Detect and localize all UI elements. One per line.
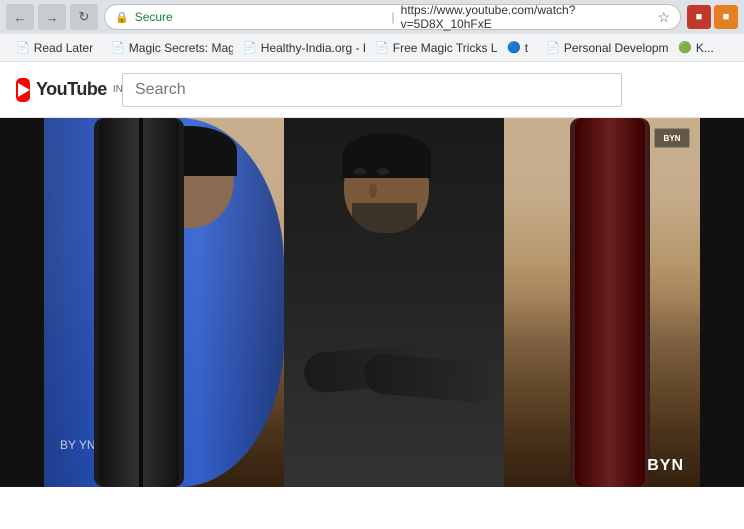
extension-orange[interactable]: ■: [714, 5, 738, 29]
extension-red[interactable]: ■: [687, 5, 711, 29]
punch-bag-right: [570, 118, 650, 487]
punch-bag-left: [94, 118, 184, 487]
bookmark-icon: 🟢: [678, 41, 692, 54]
youtube-logo-icon: YouTubeIN: [16, 80, 106, 100]
bookmark-label: Healthy-India.org - H...: [261, 41, 365, 55]
search-input[interactable]: [122, 73, 622, 107]
bookmarks-bar: 📄 Read Later 📄 Magic Secrets: Magic... 📄…: [0, 34, 744, 62]
nose: [369, 183, 377, 198]
bag-seam: [139, 118, 143, 487]
address-bar[interactable]: 🔒 Secure | https://www.youtube.com/watch…: [104, 4, 681, 30]
bookmark-icon: 📄: [111, 41, 125, 54]
person-center: [244, 118, 544, 487]
person-center-beard: [352, 203, 417, 233]
bookmark-healthy-india[interactable]: 📄 Healthy-India.org - H...: [235, 39, 365, 57]
youtube-header: YouTubeIN: [0, 62, 744, 118]
bookmark-star-icon[interactable]: ☆: [657, 9, 670, 26]
video-content-area: BYN BY YNWUNM BYN: [0, 118, 744, 487]
bookmark-label: Free Magic Tricks Lea...: [393, 41, 497, 55]
browser-right-icons: ■ ■: [687, 5, 738, 29]
url-text: https://www.youtube.com/watch?v=5D8X_10h…: [401, 3, 652, 31]
youtube-logo[interactable]: YouTubeIN: [16, 80, 106, 100]
bookmark-k[interactable]: 🟢 K...: [670, 39, 722, 57]
bookmark-label: Magic Secrets: Magic...: [129, 41, 233, 55]
bookmark-label: Read Later: [34, 41, 93, 55]
bookmark-magic-secrets[interactable]: 📄 Magic Secrets: Magic...: [103, 39, 233, 57]
bookmark-personal-dev[interactable]: 📄 Personal Developme...: [538, 39, 668, 57]
byn-watermark: BYN: [647, 457, 684, 475]
secure-icon: 🔒: [115, 11, 129, 24]
bookmark-read-later[interactable]: 📄 Read Later: [8, 39, 101, 57]
left-eye: [354, 168, 366, 175]
bookmark-icon: 🔵: [507, 41, 521, 54]
bookmark-free-magic-tricks[interactable]: 📄 Free Magic Tricks Lea...: [367, 39, 497, 57]
youtube-play-icon: [16, 78, 30, 102]
right-bag-shading: [575, 118, 645, 487]
refresh-button[interactable]: ↻: [70, 4, 98, 30]
url-secure-label: Secure: [135, 10, 386, 24]
nav-buttons: ← → ↻: [6, 4, 98, 30]
bookmark-label: t: [525, 41, 528, 55]
forward-button[interactable]: →: [38, 4, 66, 30]
browser-chrome: ← → ↻ 🔒 Secure | https://www.youtube.com…: [0, 0, 744, 62]
bookmark-icon: 📄: [546, 41, 560, 54]
back-button[interactable]: ←: [6, 4, 34, 30]
byn-text: BYN: [647, 457, 684, 474]
url-separator: |: [392, 10, 395, 24]
browser-top-bar: ← → ↻ 🔒 Secure | https://www.youtube.com…: [0, 0, 744, 34]
right-eye: [377, 168, 389, 175]
bookmark-label: Personal Developme...: [564, 41, 668, 55]
bookmark-icon: 📄: [375, 41, 389, 54]
bookmark-t[interactable]: 🔵 t: [499, 39, 536, 57]
small-watermark-text: BYN: [664, 134, 681, 143]
video-scene: BYN BY YNWUNM BYN: [44, 118, 700, 487]
video-small-watermark: BYN: [654, 128, 690, 148]
bookmark-icon: 📄: [243, 41, 257, 54]
bookmark-icon: 📄: [16, 41, 30, 54]
bookmark-label: K...: [696, 41, 714, 55]
youtube-wordmark: YouTube: [36, 79, 107, 100]
youtube-page: YouTubeIN: [0, 62, 744, 529]
play-triangle: [18, 83, 30, 97]
video-player[interactable]: BYN BY YNWUNM BYN: [44, 118, 700, 487]
